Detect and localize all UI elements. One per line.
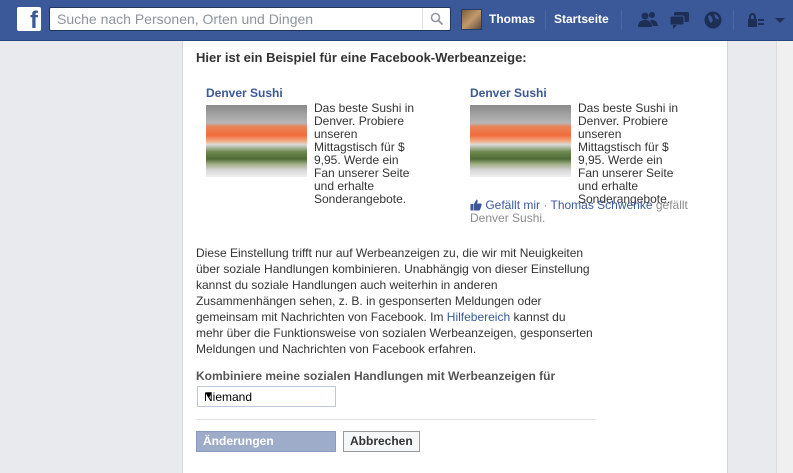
setting-description: Diese Einstellung trifft nur auf Werbean… — [196, 245, 594, 357]
social-context-line: Gefällt mir · Thomas Schwenke gefällt Den… — [470, 199, 708, 225]
like-link[interactable]: Gefällt mir — [485, 198, 540, 212]
search-icon — [430, 12, 444, 26]
ad-text: Das beste Sushi in Denver. Probiere unse… — [314, 101, 415, 206]
save-changes-button[interactable]: Änderungen speichern — [196, 431, 336, 467]
privacy-shortcuts-icon[interactable] — [745, 10, 767, 30]
home-link[interactable]: Startseite — [554, 12, 609, 26]
right-rail — [776, 41, 793, 473]
account-menu-chevron-icon[interactable] — [772, 10, 788, 30]
friend-requests-icon[interactable] — [637, 10, 659, 30]
search-button[interactable] — [422, 8, 450, 30]
help-center-link[interactable]: Hilfebereich — [447, 310, 510, 324]
ad-title[interactable]: Denver Sushi — [206, 86, 283, 100]
audience-select[interactable]: Niemand ▼ — [197, 386, 336, 407]
sushi-image — [470, 105, 571, 177]
settings-content: Hier ist ein Beispiel für eine Facebook-… — [182, 41, 728, 473]
nav-divider — [545, 10, 546, 30]
thumbs-up-icon — [470, 199, 482, 211]
separator: · — [540, 198, 551, 212]
user-avatar[interactable] — [461, 9, 482, 30]
divider — [196, 419, 596, 420]
notifications-globe-icon[interactable] — [702, 10, 724, 30]
cancel-button[interactable]: Abbrechen — [343, 431, 420, 452]
sushi-image — [206, 105, 307, 177]
profile-link[interactable]: Thomas — [489, 12, 535, 26]
top-bar: f Thomas Startseite — [0, 0, 793, 41]
ad-example-social: Denver Sushi Das beste Sushi in Denver. … — [460, 77, 714, 234]
combine-setting-label: Kombiniere meine sozialen Handlungen mit… — [196, 369, 556, 383]
ad-title[interactable]: Denver Sushi — [470, 86, 547, 100]
messages-icon[interactable] — [669, 10, 691, 30]
ad-example-plain: Denver Sushi Das beste Sushi in Denver. … — [196, 77, 422, 206]
nav-divider — [621, 10, 622, 30]
friend-name-link[interactable]: Thomas Schwenke — [550, 198, 652, 212]
like-suffix: gefällt — [652, 198, 688, 212]
facebook-logo-letter: f — [30, 7, 38, 34]
page-name: Denver Sushi. — [470, 211, 546, 225]
example-title: Hier ist ein Beispiel für eine Facebook-… — [196, 50, 527, 65]
search-box — [49, 7, 451, 31]
facebook-logo[interactable]: f — [17, 7, 41, 34]
ad-text: Das beste Sushi in Denver. Probiere unse… — [578, 101, 679, 206]
search-input[interactable] — [50, 8, 420, 30]
nav-divider — [733, 10, 734, 30]
dropdown-arrow-icon: ▼ — [204, 390, 214, 401]
